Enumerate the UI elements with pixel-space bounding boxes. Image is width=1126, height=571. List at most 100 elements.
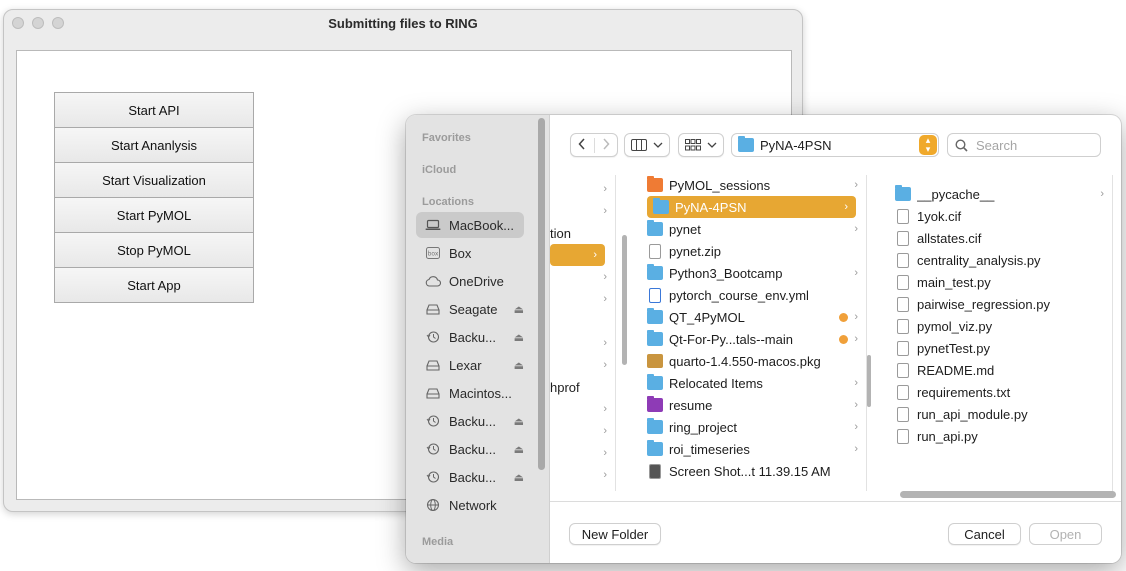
start-app-button[interactable]: Start App — [54, 267, 254, 303]
sidebar-item-label: Seagate — [449, 301, 498, 317]
laptop-icon — [425, 218, 441, 232]
search-input[interactable] — [974, 136, 1094, 154]
back-button[interactable] — [571, 137, 595, 153]
horizontal-scrollbar[interactable] — [900, 491, 1116, 498]
new-folder-button[interactable]: New Folder — [569, 523, 661, 545]
eject-icon[interactable]: ⏏ — [514, 331, 524, 344]
sidebar-item-backup-2[interactable]: Backu... ⏏ — [416, 408, 524, 434]
list-item[interactable]: pynet.zip — [641, 240, 866, 262]
list-item[interactable]: pynet › — [641, 218, 866, 240]
list-item[interactable]: Qt-For-Py...tals--main › — [641, 328, 866, 350]
list-item[interactable]: › — [550, 464, 615, 486]
list-item[interactable]: Python3_Bootcamp › — [641, 262, 866, 284]
eject-icon[interactable]: ⏏ — [514, 415, 524, 428]
time-machine-icon — [425, 414, 441, 428]
list-item[interactable]: Relocated Items › — [641, 372, 866, 394]
list-item[interactable]: QT_4PyMOL › — [641, 306, 866, 328]
list-item[interactable]: hprof — [550, 376, 615, 398]
chevron-right-icon: › — [854, 443, 858, 455]
sidebar-item-network[interactable]: Network — [416, 492, 524, 518]
list-item[interactable]: allstates.cif — [881, 227, 1112, 249]
list-item[interactable]: resume › — [641, 394, 866, 416]
search-field[interactable] — [947, 133, 1101, 157]
sidebar-item-lexar[interactable]: Lexar ⏏ — [416, 352, 524, 378]
column-2-scrollbar[interactable] — [867, 355, 871, 407]
list-item[interactable]: run_api_module.py — [881, 403, 1112, 425]
sidebar-heading-favorites[interactable]: Favorites — [422, 132, 471, 144]
sidebar-heading-media[interactable]: Media — [422, 536, 453, 548]
columns-view-icon — [631, 139, 647, 151]
sidebar-item-box[interactable]: box Box — [416, 240, 524, 266]
sidebar-item-seagate[interactable]: Seagate ⏏ — [416, 296, 524, 322]
list-item[interactable]: run_api.py — [881, 425, 1112, 447]
list-item[interactable]: Screen Shot...t 11.39.15 AM — [641, 460, 866, 482]
sidebar-scrollbar[interactable] — [538, 118, 545, 470]
item-name: 1yok.cif — [917, 208, 962, 224]
cancel-button[interactable]: Cancel — [948, 523, 1021, 545]
list-item[interactable]: pairwise_regression.py — [881, 293, 1112, 315]
view-mode-button[interactable] — [624, 133, 670, 157]
eject-icon[interactable]: ⏏ — [514, 443, 524, 456]
eject-icon[interactable]: ⏏ — [514, 303, 524, 316]
sidebar-item-macintosh[interactable]: Macintos... — [416, 380, 524, 406]
chevron-right-icon: › — [854, 311, 858, 323]
file-icon — [897, 384, 909, 400]
list-item[interactable]: › — [550, 288, 615, 310]
sidebar-item-macbook[interactable]: MacBook... — [416, 212, 524, 238]
list-item[interactable]: › — [550, 178, 615, 200]
list-item[interactable]: pynetTest.py — [881, 337, 1112, 359]
list-item[interactable]: pytorch_course_env.yml — [641, 284, 866, 306]
list-item-selected[interactable]: PyNA-4PSN › — [647, 196, 856, 218]
list-item[interactable]: ring_project › — [641, 416, 866, 438]
file-icon — [897, 252, 909, 268]
item-name: requirements.txt — [917, 384, 1011, 400]
list-item[interactable]: › — [550, 398, 615, 420]
start-pymol-button[interactable]: Start PyMOL — [54, 197, 254, 233]
sidebar-item-backup-4[interactable]: Backu... ⏏ — [416, 464, 524, 490]
list-item[interactable]: › — [550, 354, 615, 376]
list-item[interactable]: › — [550, 266, 615, 288]
list-item[interactable]: › — [550, 332, 615, 354]
stop-pymol-button[interactable]: Stop PyMOL — [54, 232, 254, 268]
item-name: pynet — [669, 221, 701, 237]
sidebar-item-onedrive[interactable]: OneDrive — [416, 268, 524, 294]
file-icon — [897, 230, 909, 246]
item-name: README.md — [917, 362, 995, 378]
file-icon — [897, 208, 909, 224]
eject-icon[interactable]: ⏏ — [514, 471, 524, 484]
sidebar-heading-icloud[interactable]: iCloud — [422, 164, 456, 176]
list-item-selected[interactable]: › — [550, 244, 605, 266]
list-item[interactable]: centrality_analysis.py — [881, 249, 1112, 271]
forward-button[interactable] — [595, 137, 618, 153]
list-item[interactable]: › — [550, 420, 615, 442]
sidebar-heading-locations[interactable]: Locations — [422, 196, 474, 208]
item-name: run_api.py — [917, 428, 978, 444]
column-1-scrollbar[interactable] — [622, 235, 627, 365]
group-by-button[interactable] — [678, 133, 724, 157]
list-item[interactable]: quarto-1.4.550-macos.pkg — [641, 350, 866, 372]
chevron-down-icon — [653, 142, 663, 148]
item-name: main_test.py — [917, 274, 991, 290]
list-item[interactable]: README.md — [881, 359, 1112, 381]
start-api-button[interactable]: Start API — [54, 92, 254, 128]
eject-icon[interactable]: ⏏ — [514, 359, 524, 372]
list-item[interactable]: __pycache__ › — [881, 183, 1112, 205]
list-item[interactable]: requirements.txt — [881, 381, 1112, 403]
sidebar-item-backup-3[interactable]: Backu... ⏏ — [416, 436, 524, 462]
title-bar[interactable]: Submitting files to RING — [4, 10, 802, 38]
list-item[interactable]: roi_timeseries › — [641, 438, 866, 460]
list-item[interactable]: › — [550, 442, 615, 464]
start-visualization-button[interactable]: Start Visualization — [54, 162, 254, 198]
start-analysis-button[interactable]: Start Ananlysis — [54, 127, 254, 163]
list-item[interactable]: main_test.py — [881, 271, 1112, 293]
list-item[interactable]: PyMOL_sessions › — [641, 174, 866, 196]
location-popup[interactable]: PyNA-4PSN ▴ ▾ — [731, 133, 939, 157]
open-button[interactable]: Open — [1029, 523, 1102, 545]
list-item[interactable]: pymol_viz.py — [881, 315, 1112, 337]
open-file-dialog: Favorites iCloud Locations MacBook... bo… — [406, 115, 1121, 563]
item-name: pytorch_course_env.yml — [669, 287, 809, 303]
sidebar-item-backup-1[interactable]: Backu... ⏏ — [416, 324, 524, 350]
list-item[interactable]: tion — [550, 222, 615, 244]
list-item[interactable]: › — [550, 200, 615, 222]
list-item[interactable]: 1yok.cif — [881, 205, 1112, 227]
